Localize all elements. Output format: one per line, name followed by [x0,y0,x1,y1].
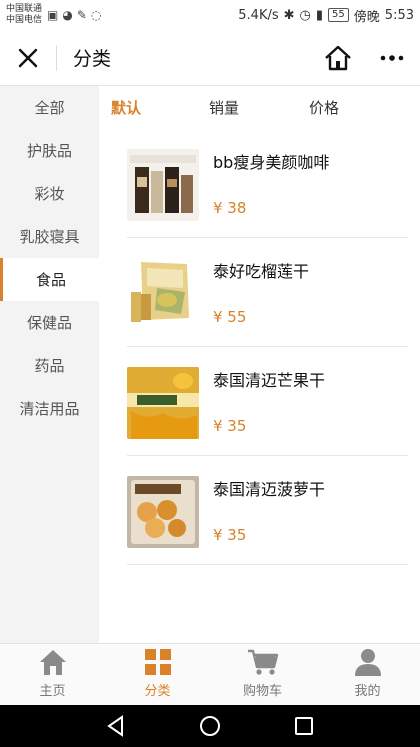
nav-label: 主页 [39,684,66,699]
product-name: 泰国清迈菠萝干 [213,480,326,499]
product-image [127,476,199,548]
app-icon: ✎ [76,8,87,22]
person-icon [354,649,381,676]
nav-cart[interactable]: 购物车 [210,644,315,705]
category-item-active[interactable]: 食品 [0,258,99,301]
cart-icon [247,649,278,675]
home-icon [325,45,351,70]
sort-price[interactable]: 价格 [309,97,339,118]
product-image [127,149,199,221]
category-sidebar: 全部 护肤品 彩妆 乳胶寝具 食品 保健品 药品 清洁用品 [0,86,99,643]
notification-icon: ▣ [47,8,59,22]
close-button[interactable] [0,30,56,86]
category-item[interactable]: 药品 [0,344,99,387]
alarm-icon: ◷ [299,7,311,23]
back-icon[interactable] [106,715,126,737]
signal-icon: ▮ [315,7,324,23]
clock: 5:53 [384,7,414,23]
sort-default[interactable]: 默认 [111,97,209,118]
product-price: ¥ 38 [213,199,247,217]
category-item[interactable]: 全部 [0,86,99,129]
carrier-names: 中国联通 中国电信 [6,4,42,26]
product-image [127,367,199,439]
product-name: 泰国清迈芒果干 [213,371,326,390]
system-nav-bar [0,705,420,747]
category-item[interactable]: 护肤品 [0,129,99,172]
product-name: bb瘦身美颜咖啡 [213,153,330,172]
chat-icon: ◌ [90,8,102,22]
nav-home[interactable]: 主页 [0,644,105,705]
product-item[interactable]: 泰好吃榴莲干 ¥ 55 [127,238,408,347]
product-image [127,258,199,330]
home-button[interactable] [316,30,360,86]
more-button[interactable] [372,30,412,86]
home-circle-icon[interactable] [199,715,221,737]
title-divider [56,44,57,71]
category-item[interactable]: 保健品 [0,301,99,344]
product-panel: 默认 销量 价格 bb瘦身美颜咖啡 ¥ 38 泰好吃榴莲干 ¥ 55 泰国清迈芒… [99,86,420,643]
carrier-right: 傍晚 [353,9,380,25]
product-item[interactable]: 泰国清迈菠萝干 ¥ 35 [127,456,408,565]
home-icon [39,650,66,675]
network-speed: 5.4K/s [238,7,279,23]
nav-category[interactable]: 分类 [105,644,210,705]
nav-profile[interactable]: 我的 [315,644,420,705]
recents-icon[interactable] [294,716,314,736]
more-icon [380,54,404,61]
product-item[interactable]: bb瘦身美颜咖啡 ¥ 38 [127,129,408,238]
category-item[interactable]: 乳胶寝具 [0,215,99,258]
status-bar: 中国联通 中国电信 ▣ ◕ ✎ ◌ 5.4K/s ✱ ◷ ▮ 55 傍晚 5:5… [0,0,420,30]
category-item[interactable]: 彩妆 [0,172,99,215]
product-price: ¥ 55 [213,308,247,326]
nav-label: 购物车 [242,684,282,699]
category-item[interactable]: 清洁用品 [0,387,99,430]
nav-label: 我的 [354,684,381,699]
sort-sales[interactable]: 销量 [209,97,309,118]
product-item[interactable]: 泰国清迈芒果干 ¥ 35 [127,347,408,456]
battery-icon: 55 [328,8,349,22]
product-name: 泰好吃榴莲干 [213,262,310,281]
carrier-2: 中国电信 [6,15,43,25]
wechat-icon: ◕ [62,8,73,22]
product-list: bb瘦身美颜咖啡 ¥ 38 泰好吃榴莲干 ¥ 55 泰国清迈芒果干 ¥ 35 泰… [99,129,420,565]
sort-bar: 默认 销量 价格 [99,86,420,129]
carrier-1: 中国联通 [6,4,43,14]
bottom-nav: 主页 分类 购物车 我的 [0,643,420,705]
page-title: 分类 [73,48,112,70]
grid-icon [144,649,171,675]
close-icon [18,48,38,67]
bluetooth-icon: ✱ [283,7,295,23]
nav-label: 分类 [144,684,171,699]
product-price: ¥ 35 [213,526,247,544]
product-price: ¥ 35 [213,417,247,435]
title-bar: 分类 [0,30,420,86]
